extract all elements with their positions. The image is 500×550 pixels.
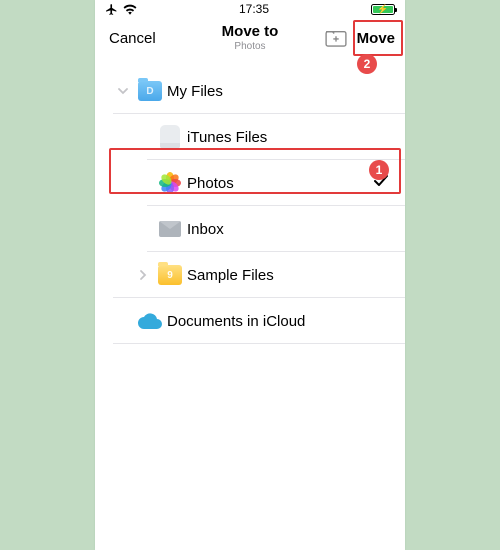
move-button[interactable]: Move [357,30,395,47]
label-photos: Photos [187,175,234,192]
airplane-mode-icon [105,3,118,16]
inbox-icon [153,221,187,237]
photos-icon [153,172,187,194]
status-time: 17:35 [239,2,269,16]
row-inbox[interactable]: Inbox [95,206,405,252]
phone-frame: 17:35 ⚡ Cancel Move to Photos Move 2 [95,0,405,550]
folder-icon: D [133,81,167,101]
row-my-files[interactable]: D My Files [95,68,405,114]
chevron-down-icon[interactable] [113,85,133,97]
label-itunes: iTunes Files [187,129,267,146]
nav-bar: Cancel Move to Photos Move [95,18,405,58]
folder-icon: 9 [153,265,187,285]
new-folder-icon[interactable] [325,29,347,47]
cloud-icon [133,313,167,329]
row-itunes-files[interactable]: iTunes Files [95,114,405,160]
row-icloud[interactable]: Documents in iCloud [95,298,405,344]
label-sample: Sample Files [187,267,274,284]
charging-bolt-icon: ⚡ [377,5,388,14]
label-my-files: My Files [167,83,223,100]
checkmark-icon [373,173,389,194]
row-sample-files[interactable]: 9 Sample Files [95,252,405,298]
itunes-icon [153,125,187,149]
wifi-icon [123,4,137,15]
row-photos[interactable]: Photos [95,160,405,206]
cancel-button[interactable]: Cancel [109,30,156,47]
label-icloud: Documents in iCloud [167,313,305,330]
chevron-right-icon[interactable] [133,269,153,281]
status-bar: 17:35 ⚡ [95,0,405,18]
folder-list: D My Files iTunes Files [95,68,405,344]
battery-icon: ⚡ [371,4,395,15]
label-inbox: Inbox [187,221,224,238]
